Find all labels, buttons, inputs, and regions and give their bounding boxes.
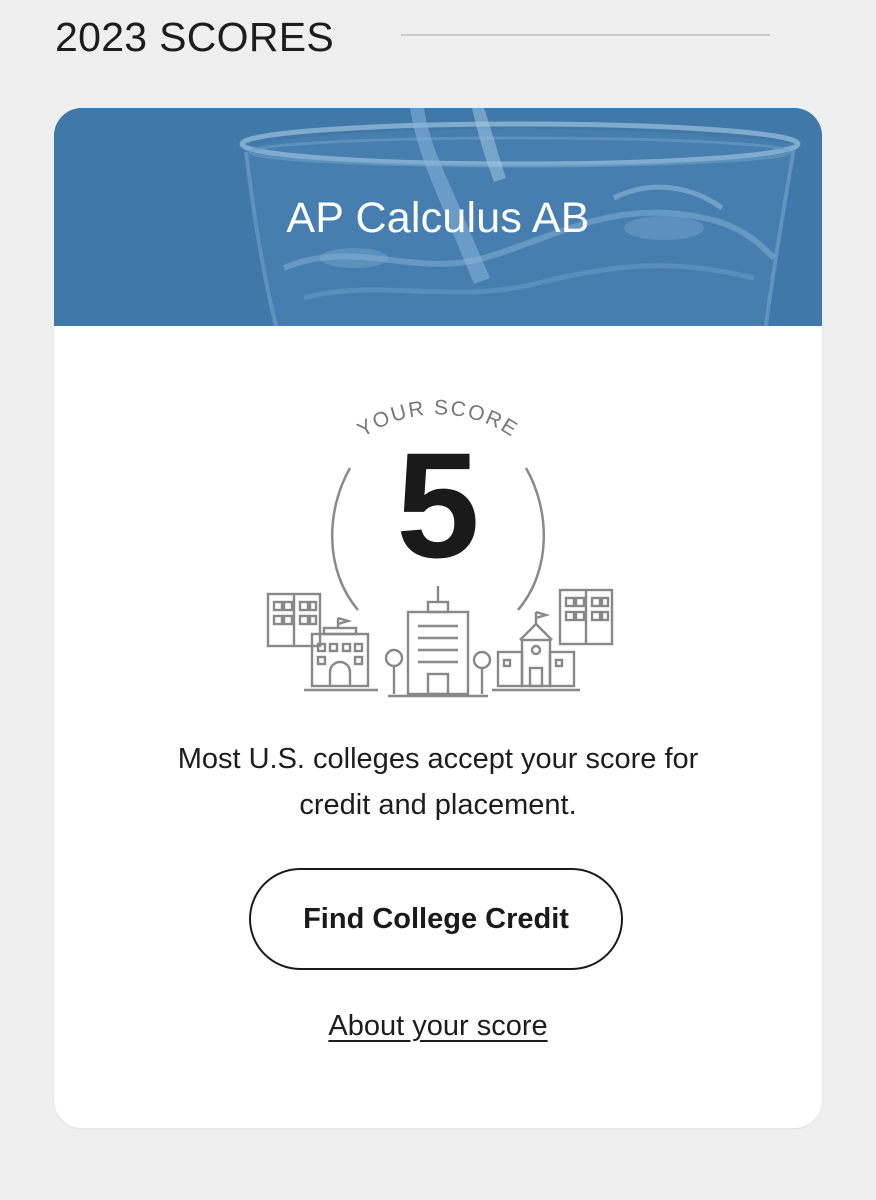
section-divider — [401, 34, 770, 36]
college-buildings-icon — [266, 586, 614, 698]
card-banner: AP Calculus AB — [54, 108, 822, 326]
about-your-score-link[interactable]: About your score — [54, 1010, 822, 1043]
section-header: 2023 SCORES — [55, 6, 770, 64]
course-title: AP Calculus AB — [286, 194, 590, 242]
section-title: 2023 SCORES — [55, 14, 335, 60]
find-college-credit-button[interactable]: Find College Credit — [249, 868, 623, 970]
score-message: Most U.S. colleges accept your score for… — [177, 743, 699, 821]
score-card: AP Calculus AB YOUR SCORE 5 Most U.S. co… — [54, 108, 822, 1128]
score-value: 5 — [396, 421, 480, 589]
